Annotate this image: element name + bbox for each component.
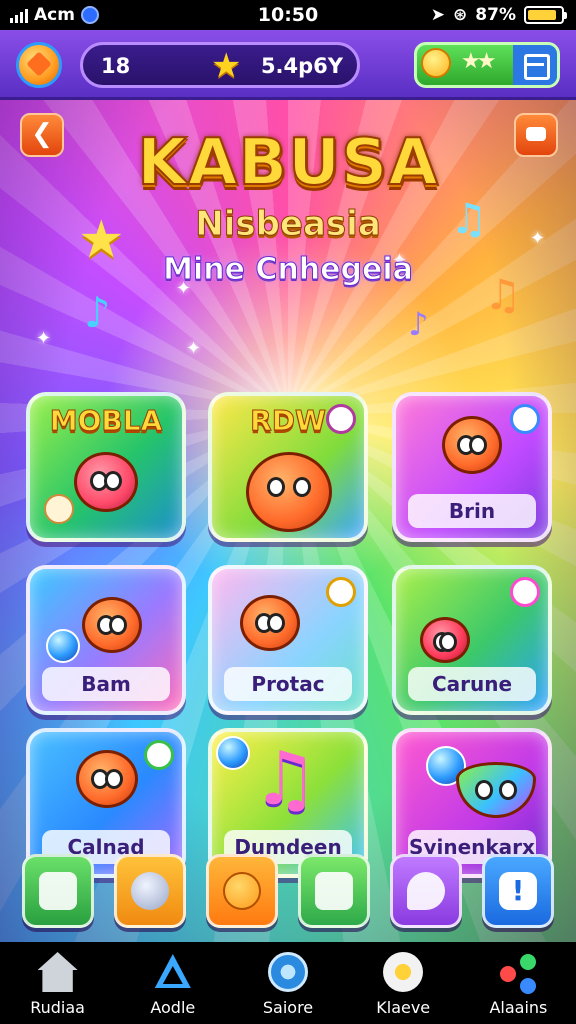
star-icon: ★ xyxy=(211,46,242,86)
bluetooth-icon: ⊛ xyxy=(453,5,468,25)
music-note-icon: ♫ xyxy=(252,736,319,822)
monster-icon xyxy=(240,595,300,651)
monster-icon xyxy=(420,617,470,663)
star-badge-icon xyxy=(510,577,540,607)
shell-icon xyxy=(456,762,536,818)
sparkle-icon: ✦ xyxy=(36,328,52,349)
flower-icon xyxy=(383,952,424,992)
molecule-icon xyxy=(498,952,538,992)
tile-label: Carune xyxy=(408,667,536,701)
game-tagline: Mine Cnhegeia xyxy=(163,252,414,288)
nav-label: Alaains xyxy=(489,998,548,1017)
gift-badge-icon xyxy=(326,404,356,434)
monster-icon xyxy=(74,452,138,512)
game-title: KABUSA xyxy=(136,125,439,201)
player-level: 18 xyxy=(101,54,131,78)
battery-percent: 87% xyxy=(475,5,516,25)
coin-count: 5.4p6Y xyxy=(260,54,343,78)
tile-label: Brin xyxy=(408,494,536,528)
nav-label: Aodle xyxy=(150,998,196,1017)
alert-button[interactable] xyxy=(482,854,554,928)
profile-avatar-icon[interactable] xyxy=(16,42,62,88)
level-tile[interactable]: Bam xyxy=(26,565,186,715)
message-icon xyxy=(315,872,353,910)
level-grid: MOBLA RDW Brin Bam Protac Carune Calnad … xyxy=(0,360,576,880)
game-screen: 18 ★ 5.4p6Y ★★ ❮ KABUSA Nisbeasia Mine C… xyxy=(0,30,576,942)
nav-label: Saiore xyxy=(262,998,314,1017)
level-tile[interactable]: Protac xyxy=(208,565,368,715)
tile-title: MOBLA xyxy=(49,404,163,438)
reward-pill[interactable]: ★★ xyxy=(414,42,560,88)
nav-label: Rudiaa xyxy=(30,998,85,1017)
bubble-icon xyxy=(216,736,250,770)
nav-label: Klaeve xyxy=(376,998,431,1017)
nav-item-klaeve[interactable]: Klaeve xyxy=(346,942,461,1024)
emote-button[interactable] xyxy=(206,854,278,928)
star-creature-icon xyxy=(76,750,138,808)
hint-bulb-icon[interactable] xyxy=(421,48,451,78)
status-bar: Acm 10:50 ➤ ⊛ 87% xyxy=(0,0,576,30)
stars-icon: ★★ xyxy=(461,49,497,74)
speech-button[interactable] xyxy=(390,854,462,928)
monster-icon xyxy=(246,452,332,532)
heart-badge-icon xyxy=(510,404,540,434)
monster-icon xyxy=(82,597,142,653)
level-tile[interactable]: MOBLA xyxy=(26,392,186,542)
battery-icon xyxy=(524,6,567,24)
menu-icon[interactable] xyxy=(513,45,557,85)
title-block: KABUSA Nisbeasia Mine Cnhegeia xyxy=(0,125,576,288)
magnifier-icon xyxy=(46,629,80,663)
location-icon: ➤ xyxy=(430,5,446,25)
robot-button[interactable] xyxy=(114,854,186,928)
robot-icon xyxy=(442,416,502,474)
tile-label: Bam xyxy=(42,667,170,701)
triangle-icon xyxy=(153,952,193,992)
creature-badge-icon xyxy=(44,494,74,524)
status-right: ➤ ⊛ 87% xyxy=(430,5,567,25)
score-pill: 18 ★ 5.4p6Y xyxy=(80,42,360,88)
top-bar: 18 ★ 5.4p6Y ★★ xyxy=(0,30,576,100)
sparkle-icon: ✦ xyxy=(186,338,202,359)
nav-item-home[interactable]: Rudiaa xyxy=(0,942,115,1024)
speech-bubble-icon xyxy=(407,872,445,910)
message-button[interactable] xyxy=(298,854,370,928)
compass-icon xyxy=(268,952,308,992)
tile-label: Protac xyxy=(224,667,352,701)
music-note-icon: ♪ xyxy=(408,305,429,343)
robot-head-icon xyxy=(131,872,169,910)
alert-icon xyxy=(499,872,537,910)
level-tile[interactable]: Carune xyxy=(392,565,552,715)
note-badge-icon xyxy=(326,577,356,607)
smile-bubble-icon xyxy=(223,872,261,910)
level-tile[interactable]: RDW xyxy=(208,392,368,542)
music-note-icon: ♪ xyxy=(84,288,111,337)
notes-button[interactable] xyxy=(22,854,94,928)
bottom-nav: Rudiaa Aodle Saiore Klaeve Alaains xyxy=(0,942,576,1024)
nav-item-aodle[interactable]: Aodle xyxy=(115,942,230,1024)
level-tile[interactable]: Brin xyxy=(392,392,552,542)
game-subtitle: Nisbeasia xyxy=(195,204,382,245)
leaf-badge-icon xyxy=(144,740,174,770)
notepad-icon xyxy=(39,872,77,910)
nav-item-alaains[interactable]: Alaains xyxy=(461,942,576,1024)
home-icon xyxy=(37,952,78,992)
action-row xyxy=(0,854,576,934)
nav-item-saiore[interactable]: Saiore xyxy=(230,942,345,1024)
